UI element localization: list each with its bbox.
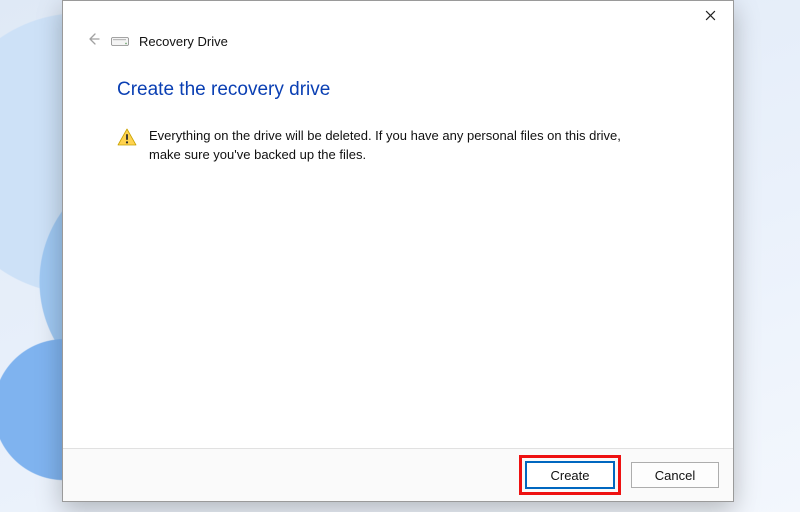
wizard-content: Create the recovery drive Everything on … — [63, 49, 733, 448]
warning-row: Everything on the drive will be deleted.… — [117, 127, 679, 165]
close-icon — [705, 8, 716, 24]
create-button[interactable]: Create — [525, 461, 615, 489]
wizard-header: Recovery Drive — [63, 33, 733, 49]
create-button-highlight: Create — [519, 455, 621, 495]
recovery-drive-wizard-window: Recovery Drive Create the recovery drive… — [62, 0, 734, 502]
titlebar — [63, 1, 733, 35]
desktop-background: Recovery Drive Create the recovery drive… — [0, 0, 800, 512]
drive-icon — [111, 35, 129, 47]
warning-text: Everything on the drive will be deleted.… — [149, 127, 649, 165]
wizard-footer: Create Cancel — [63, 448, 733, 501]
close-button[interactable] — [687, 1, 733, 31]
arrow-left-icon — [86, 32, 100, 51]
page-heading: Create the recovery drive — [117, 79, 679, 101]
warning-icon — [117, 128, 137, 151]
back-button[interactable] — [85, 33, 101, 49]
cancel-button[interactable]: Cancel — [631, 462, 719, 488]
app-title: Recovery Drive — [139, 34, 228, 49]
